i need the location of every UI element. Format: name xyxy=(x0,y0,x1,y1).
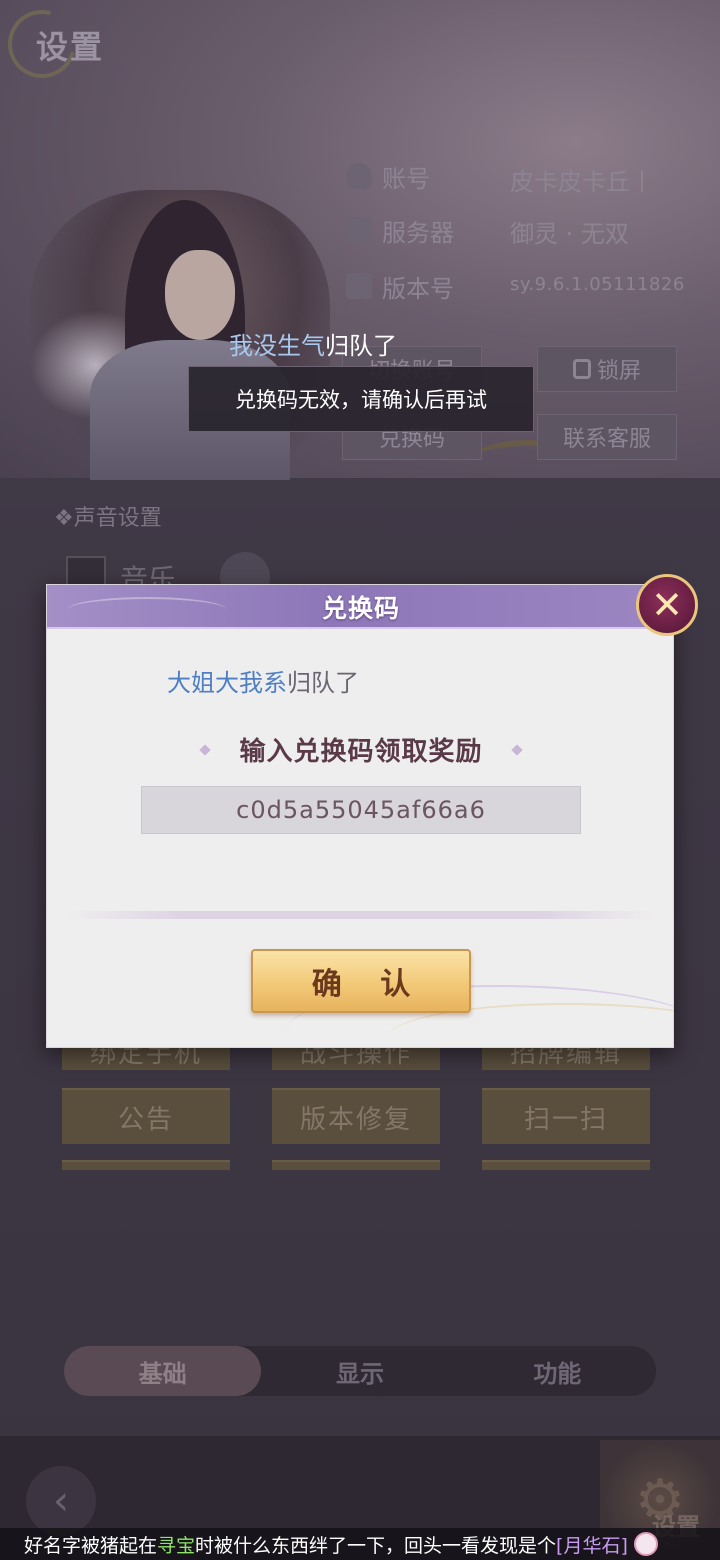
confirm-button[interactable]: 确 认 xyxy=(251,949,471,1013)
marquee-text-2: 时被什么东西绊了一下，回头一看发现是个 xyxy=(195,1534,557,1557)
grid-button-stub[interactable] xyxy=(272,1160,440,1170)
close-icon: ✕ xyxy=(651,583,683,627)
lock-screen-label: 锁屏 xyxy=(596,359,641,384)
grid-button-stub[interactable] xyxy=(62,1160,230,1170)
back-button[interactable]: ‹ xyxy=(26,1466,96,1536)
marquee-text-1: 好名字被猪起在 xyxy=(24,1534,158,1557)
version-row: 版本号 xyxy=(346,266,512,306)
grid-button-stub[interactable] xyxy=(482,1160,650,1170)
dialog-subtitle: 输入兑换码领取奖励 xyxy=(47,731,673,768)
dialog-divider xyxy=(67,911,655,919)
dialog-join-notice: 大姐大我系归队了 xyxy=(167,663,359,698)
back-arrow-icon: ‹ xyxy=(53,1478,69,1524)
dialog-subtitle-text: 输入兑换码领取奖励 xyxy=(239,737,483,767)
error-toast: 兑换码无效，请确认后再试 xyxy=(188,366,534,432)
tab-features[interactable]: 功能 xyxy=(459,1346,656,1396)
page-title: 设置 xyxy=(36,28,105,66)
person-icon xyxy=(346,163,372,189)
version-label: 版本号 xyxy=(382,274,454,303)
account-row: 账号 xyxy=(346,156,512,196)
version-repair-button[interactable]: 版本修复 xyxy=(272,1088,440,1144)
dialog-header: 兑换码 xyxy=(47,585,673,629)
diamond-icon xyxy=(199,743,212,756)
contact-support-button[interactable]: 联系客服 xyxy=(537,414,677,460)
dialog-action: 归队了 xyxy=(287,669,359,697)
announcement-button[interactable]: 公告 xyxy=(62,1088,230,1144)
sound-heading-label: 声音设置 xyxy=(73,506,162,531)
toast-join-notice: 我没生气归队了 xyxy=(229,326,397,361)
server-label: 服务器 xyxy=(382,218,454,247)
close-dialog-button[interactable]: ✕ xyxy=(636,574,698,636)
server-value: 御灵 · 无双 xyxy=(510,220,629,248)
version-icon xyxy=(346,273,372,299)
dialog-player-name: 大姐大我系 xyxy=(167,669,287,697)
tab-basic[interactable]: 基础 xyxy=(64,1346,262,1396)
version-value: sy.9.6.1.05111826 xyxy=(510,274,685,295)
broadcast-marquee: 好名字被猪起在 寻宝 时被什么东西绊了一下，回头一看发现是个 [月华石] xyxy=(0,1528,720,1560)
redeem-code-dialog: 兑换码 大姐大我系归队了 输入兑换码领取奖励 确 认 xyxy=(46,584,674,1048)
sound-settings-heading: ❖声音设置 xyxy=(54,506,162,531)
toast-player-name: 我没生气 xyxy=(229,332,325,360)
header-decoration xyxy=(67,597,227,623)
account-value: 皮卡皮卡丘丨 xyxy=(510,168,654,196)
redeem-code-input[interactable] xyxy=(141,786,581,834)
lock-icon xyxy=(572,359,591,379)
account-label: 账号 xyxy=(382,164,430,193)
pet-avatar-icon xyxy=(633,1532,658,1556)
diamond-icon xyxy=(510,743,523,756)
marquee-highlight-item: [月华石] xyxy=(556,1534,628,1557)
server-row: 服务器 xyxy=(346,210,512,250)
tab-display[interactable]: 显示 xyxy=(261,1346,458,1396)
scan-button[interactable]: 扫一扫 xyxy=(482,1088,650,1144)
settings-tab-bar: 基础 显示 功能 xyxy=(64,1346,656,1396)
confirm-label: 确 认 xyxy=(311,967,425,1002)
dialog-title: 兑换码 xyxy=(321,594,400,623)
toast-action: 归队了 xyxy=(325,332,397,360)
lock-screen-button[interactable]: 锁屏 xyxy=(537,346,677,392)
server-icon xyxy=(346,217,372,243)
marquee-highlight-activity: 寻宝 xyxy=(157,1534,196,1557)
